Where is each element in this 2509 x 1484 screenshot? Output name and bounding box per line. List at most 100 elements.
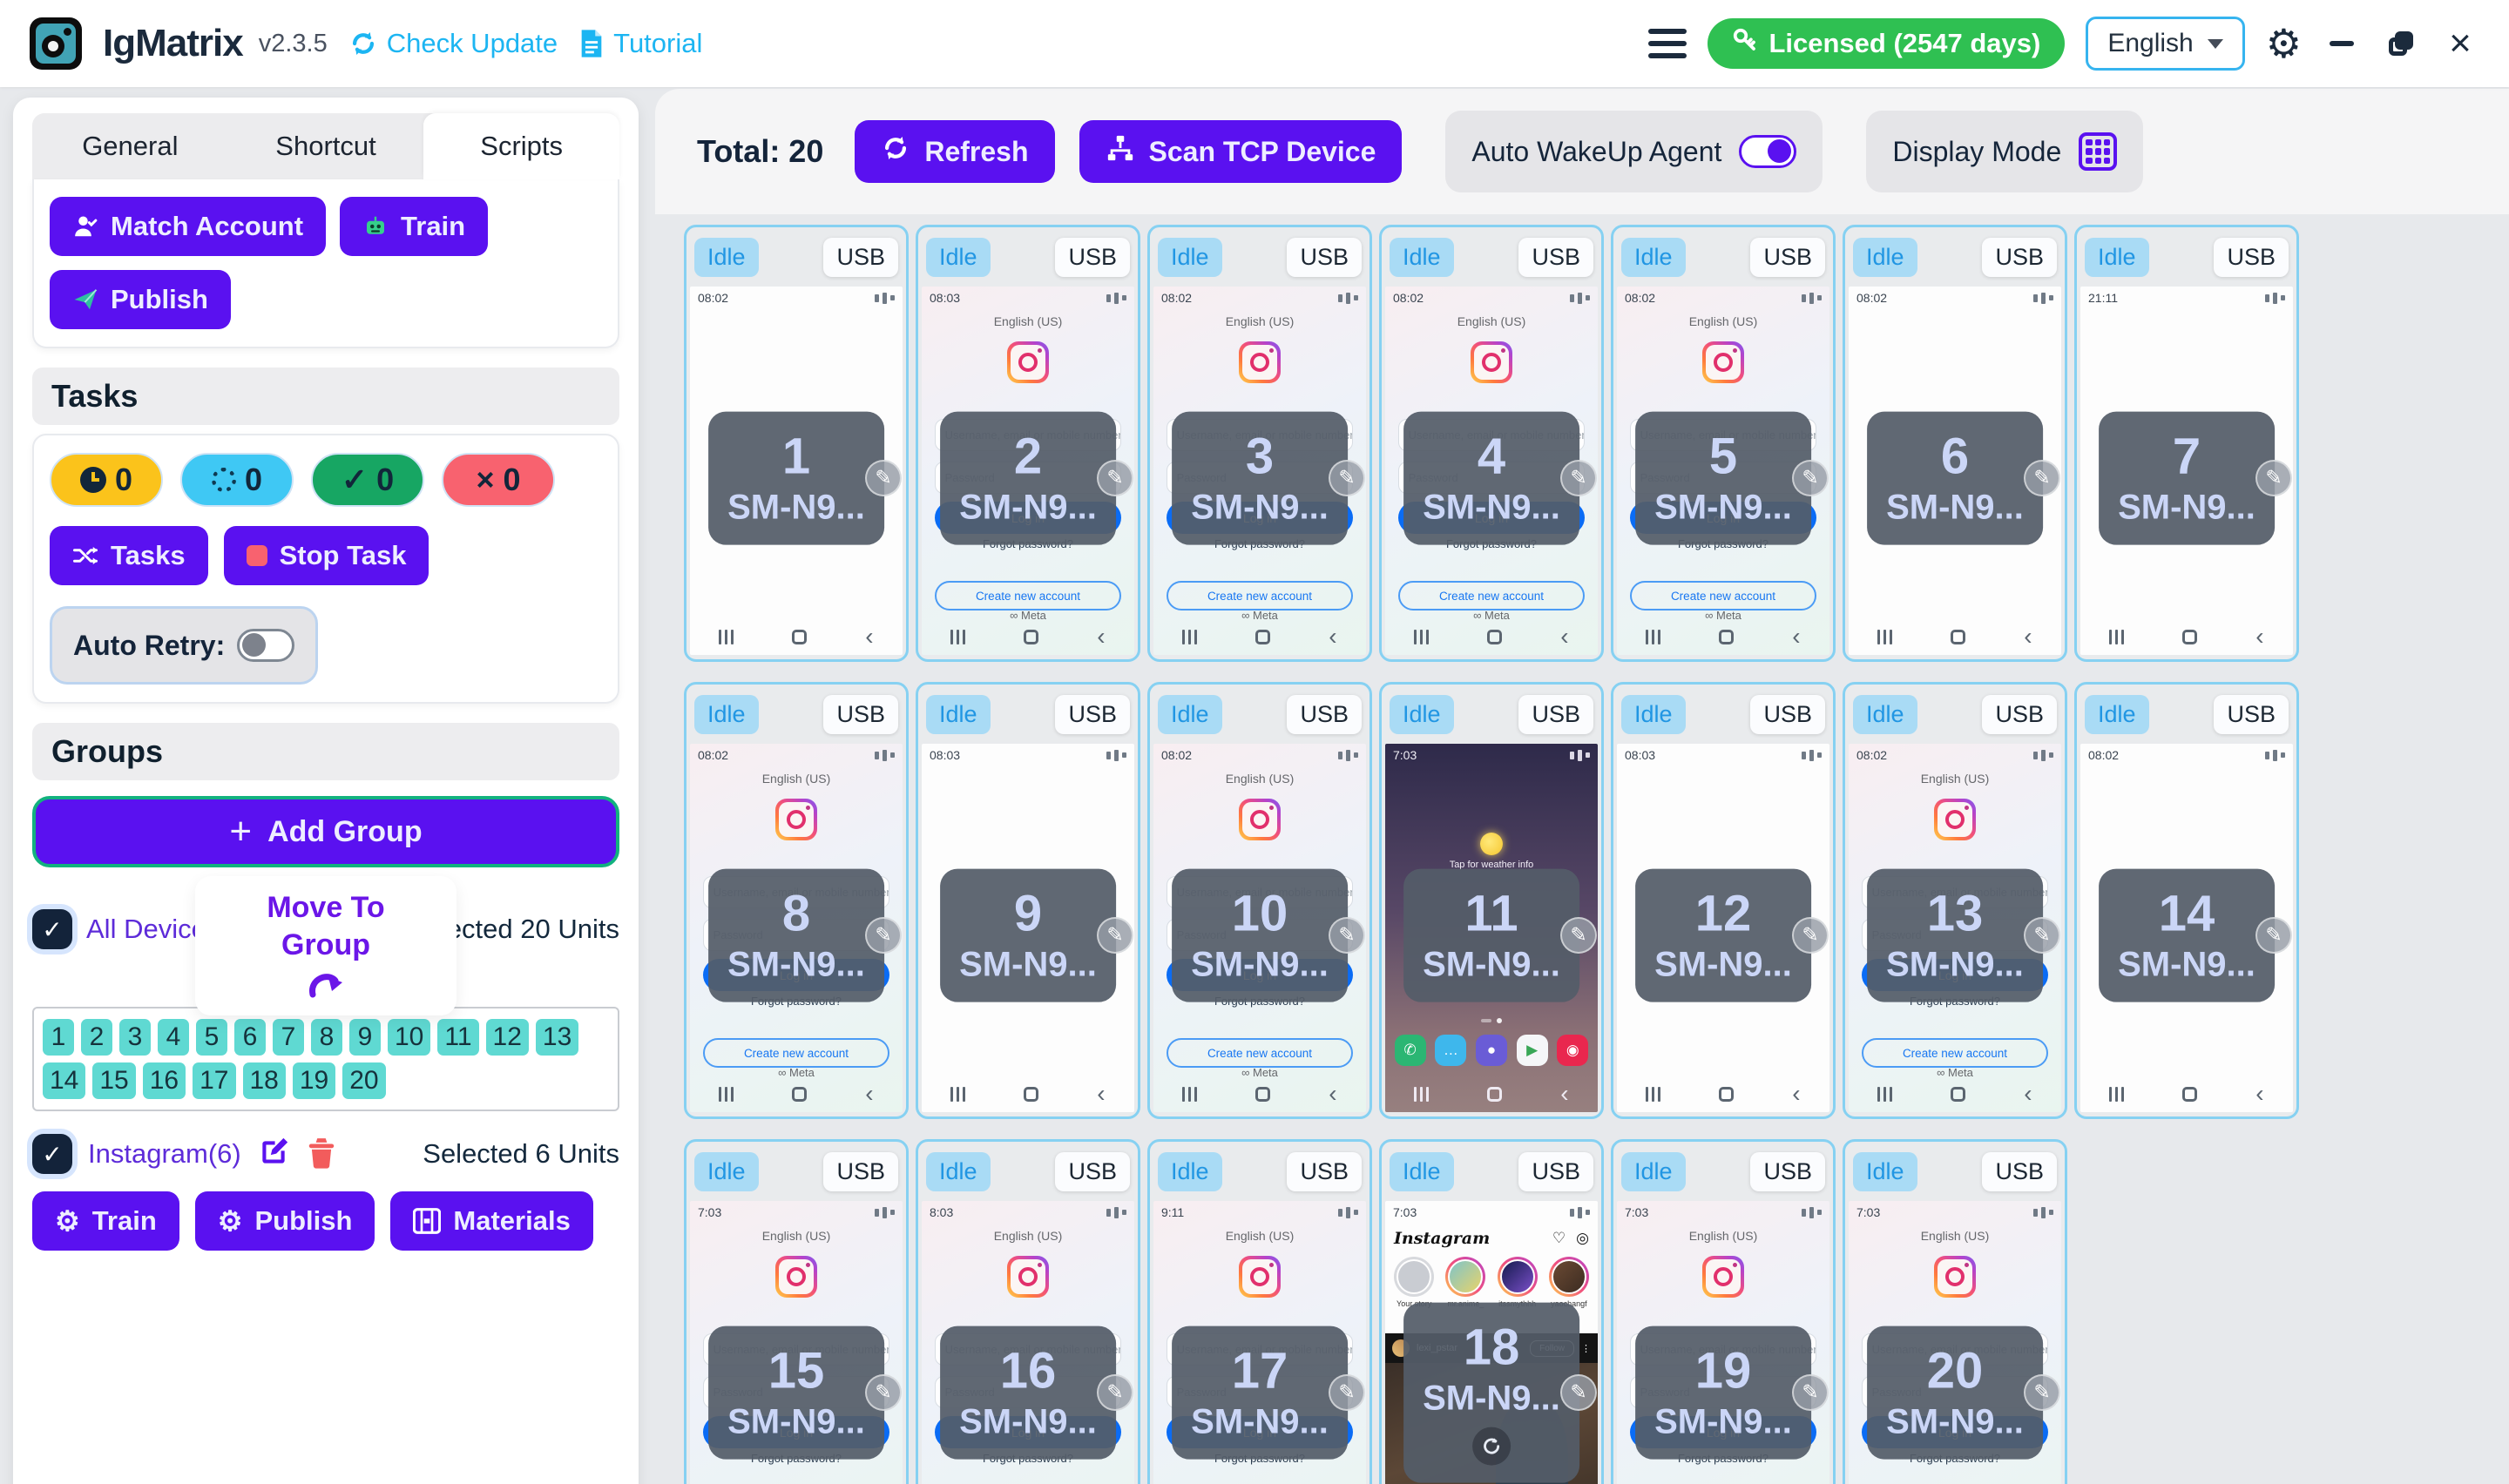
device-card[interactable]: IdleUSB08:02English (US)Username, email … bbox=[1843, 682, 2067, 1119]
language-select[interactable]: English bbox=[2086, 17, 2244, 71]
edit-device-icon[interactable]: ✎ bbox=[1792, 1374, 1829, 1411]
edit-group-icon[interactable] bbox=[257, 1136, 290, 1173]
edit-device-icon[interactable]: ✎ bbox=[1097, 1374, 1133, 1411]
device-card[interactable]: IdleUSB21:11‹7SM-N9...✎ bbox=[2074, 225, 2299, 662]
auto-retry-toggle[interactable] bbox=[237, 629, 294, 662]
all-devices-checkbox[interactable]: ✓ bbox=[32, 909, 72, 949]
stop-task-button[interactable]: Stop Task bbox=[224, 526, 429, 585]
tutorial-link[interactable]: Tutorial bbox=[578, 28, 702, 59]
device-number-chip[interactable]: 3 bbox=[119, 1019, 151, 1056]
device-card[interactable]: IdleUSB7:03English (US)Username, email o… bbox=[1843, 1139, 2067, 1484]
device-number-chip[interactable]: 15 bbox=[92, 1062, 135, 1099]
device-number-chip[interactable]: 19 bbox=[293, 1062, 335, 1099]
device-number-chip[interactable]: 1 bbox=[43, 1019, 74, 1056]
device-card[interactable]: IdleUSB7:03English (US)Username, email o… bbox=[1611, 1139, 1836, 1484]
refresh-button[interactable]: Refresh bbox=[855, 120, 1054, 183]
edit-device-icon[interactable]: ✎ bbox=[2255, 917, 2292, 954]
device-number-chip[interactable]: 13 bbox=[536, 1019, 578, 1056]
device-card[interactable]: IdleUSB08:02English (US)Username, email … bbox=[1147, 225, 1372, 662]
device-number-chip[interactable]: 5 bbox=[196, 1019, 227, 1056]
device-card-header: IdleUSB bbox=[1150, 227, 1369, 287]
device-number-chip[interactable]: 20 bbox=[342, 1062, 385, 1099]
edit-device-icon[interactable]: ✎ bbox=[1097, 917, 1133, 954]
tab-scripts[interactable]: Scripts bbox=[423, 113, 619, 179]
device-card[interactable]: IdleUSB08:02English (US)Username, email … bbox=[1147, 682, 1372, 1119]
edit-device-icon[interactable]: ✎ bbox=[1329, 1374, 1365, 1411]
edit-device-icon[interactable]: ✎ bbox=[2255, 460, 2292, 496]
device-number-chip[interactable]: 9 bbox=[349, 1019, 381, 1056]
device-number-chip[interactable]: 2 bbox=[81, 1019, 112, 1056]
tab-general[interactable]: General bbox=[32, 113, 228, 179]
edit-device-icon[interactable]: ✎ bbox=[865, 460, 902, 496]
device-number-box: 1234567891011121314151617181920 bbox=[32, 1007, 619, 1111]
device-number-chip[interactable]: 16 bbox=[143, 1062, 186, 1099]
device-number-chip[interactable]: 10 bbox=[388, 1019, 430, 1056]
train-button[interactable]: Train bbox=[340, 197, 488, 256]
device-number-chip[interactable]: 12 bbox=[486, 1019, 529, 1056]
close-button[interactable]: × bbox=[2441, 24, 2479, 63]
edit-device-icon[interactable]: ✎ bbox=[1792, 460, 1829, 496]
instagram-group-label[interactable]: Instagram(6) bbox=[88, 1138, 241, 1170]
edit-device-icon[interactable]: ✎ bbox=[2024, 917, 2060, 954]
device-card[interactable]: IdleUSB08:02‹6SM-N9...✎ bbox=[1843, 225, 2067, 662]
group-train-button[interactable]: ⚙ Train bbox=[32, 1191, 179, 1251]
edit-device-icon[interactable]: ✎ bbox=[865, 917, 902, 954]
group-publish-button[interactable]: ⚙ Publish bbox=[195, 1191, 375, 1251]
refresh-icon bbox=[881, 133, 910, 170]
status-time: 08:02 bbox=[1856, 748, 1887, 762]
minimize-button[interactable] bbox=[2323, 24, 2361, 63]
device-card[interactable]: IdleUSB7:03Tap for weather info✆…●▶◉‹11S… bbox=[1379, 682, 1604, 1119]
auto-wakeup-box: Auto WakeUp Agent bbox=[1445, 111, 1823, 192]
device-number-chip[interactable]: 17 bbox=[193, 1062, 235, 1099]
publish-button[interactable]: Publish bbox=[50, 270, 231, 329]
instagram-group-checkbox[interactable]: ✓ bbox=[32, 1134, 72, 1174]
group-materials-button[interactable]: Materials bbox=[390, 1191, 592, 1251]
phone-status-bar: 08:03 bbox=[922, 287, 1134, 309]
move-to-group-button[interactable]: Move To Group bbox=[195, 876, 456, 1015]
license-badge[interactable]: Licensed (2547 days) bbox=[1708, 18, 2065, 69]
device-card[interactable]: IdleUSB08:03‹12SM-N9...✎ bbox=[1611, 682, 1836, 1119]
scan-tcp-button[interactable]: Scan TCP Device bbox=[1079, 120, 1403, 183]
edit-device-icon[interactable]: ✎ bbox=[1560, 917, 1597, 954]
device-number-chip[interactable]: 4 bbox=[158, 1019, 189, 1056]
device-number-chip[interactable]: 18 bbox=[243, 1062, 286, 1099]
device-card[interactable]: IdleUSB08:02English (US)Username, email … bbox=[1379, 225, 1604, 662]
device-number-chip[interactable]: 7 bbox=[273, 1019, 304, 1056]
menu-icon[interactable] bbox=[1648, 29, 1687, 58]
device-card[interactable]: IdleUSB08:03English (US)Username, email … bbox=[916, 225, 1140, 662]
status-badge: Idle bbox=[926, 695, 991, 734]
edit-device-icon[interactable]: ✎ bbox=[1792, 917, 1829, 954]
tab-shortcut[interactable]: Shortcut bbox=[228, 113, 424, 179]
settings-gear-icon[interactable]: ⚙ bbox=[2266, 24, 2302, 64]
device-card[interactable]: IdleUSB9:11English (US)Username, email o… bbox=[1147, 1139, 1372, 1484]
edit-device-icon[interactable]: ✎ bbox=[1329, 460, 1365, 496]
edit-device-icon[interactable]: ✎ bbox=[1097, 460, 1133, 496]
edit-device-icon[interactable]: ✎ bbox=[865, 1374, 902, 1411]
auto-wakeup-toggle[interactable] bbox=[1739, 135, 1796, 168]
add-group-button[interactable]: + Add Group bbox=[32, 796, 619, 867]
delete-group-icon[interactable] bbox=[306, 1136, 337, 1173]
edit-device-icon[interactable]: ✎ bbox=[2024, 1374, 2060, 1411]
device-card[interactable]: IdleUSB08:02English (US)Username, email … bbox=[1611, 225, 1836, 662]
device-number-chip[interactable]: 6 bbox=[234, 1019, 266, 1056]
edit-device-icon[interactable]: ✎ bbox=[1329, 917, 1365, 954]
device-number-chip[interactable]: 8 bbox=[311, 1019, 342, 1056]
edit-device-icon[interactable]: ✎ bbox=[1560, 460, 1597, 496]
edit-device-icon[interactable]: ✎ bbox=[1560, 1374, 1597, 1411]
device-card[interactable]: IdleUSB7:03Instagram♡◎Your storymr.anime… bbox=[1379, 1139, 1604, 1484]
edit-device-icon[interactable]: ✎ bbox=[2024, 460, 2060, 496]
grid-icon[interactable] bbox=[2079, 132, 2117, 171]
device-card-header: IdleUSB bbox=[1845, 227, 2065, 287]
device-card[interactable]: IdleUSB7:03English (US)Username, email o… bbox=[684, 1139, 909, 1484]
device-card[interactable]: IdleUSB08:03‹9SM-N9...✎ bbox=[916, 682, 1140, 1119]
device-card[interactable]: IdleUSB08:02‹1SM-N9...✎ bbox=[684, 225, 909, 662]
check-update-link[interactable]: Check Update bbox=[348, 28, 558, 59]
tasks-button[interactable]: Tasks bbox=[50, 526, 208, 585]
restore-button[interactable] bbox=[2382, 24, 2420, 63]
match-account-button[interactable]: Match Account bbox=[50, 197, 326, 256]
device-number-chip[interactable]: 11 bbox=[437, 1019, 478, 1056]
device-card[interactable]: IdleUSB8:03English (US)Username, email o… bbox=[916, 1139, 1140, 1484]
device-card[interactable]: IdleUSB08:02English (US)Username, email … bbox=[684, 682, 909, 1119]
device-number-chip[interactable]: 14 bbox=[43, 1062, 85, 1099]
device-card[interactable]: IdleUSB08:02‹14SM-N9...✎ bbox=[2074, 682, 2299, 1119]
